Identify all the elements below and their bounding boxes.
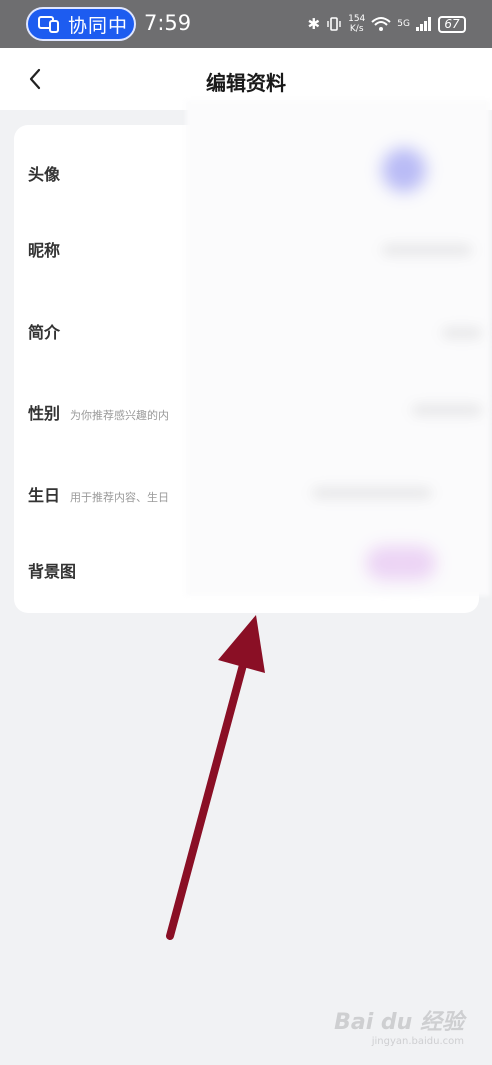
background-thumbnail: [366, 546, 436, 580]
row-label: 生日: [28, 486, 61, 505]
row-hint: 用于推荐内容、生日: [70, 491, 170, 504]
row-label: 头像: [28, 165, 61, 184]
multi-device-icon: [38, 16, 59, 33]
nickname-value: [382, 245, 472, 255]
row-hint: 为你推荐感兴趣的内: [70, 409, 170, 422]
row-gender[interactable]: 性别 为你推荐感兴趣的内: [28, 400, 169, 424]
row-label: 性别: [28, 404, 61, 423]
row-birthday[interactable]: 生日 用于推荐内容、生日: [28, 482, 169, 506]
wifi-icon: [371, 17, 391, 31]
blurred-overlay: [186, 100, 490, 596]
network-speed: 154 K/s: [348, 14, 366, 34]
watermark: Bai du 经验 jingyan.baidu.com: [334, 1010, 464, 1047]
row-background[interactable]: 背景图: [28, 558, 76, 582]
row-avatar[interactable]: 头像: [28, 161, 60, 185]
gender-value: [412, 405, 482, 415]
birthday-value: [312, 488, 432, 498]
clock: 7:59: [144, 11, 192, 35]
battery-icon: 67: [438, 15, 466, 33]
status-icons: ✱ 154 K/s 5G 67: [308, 12, 466, 36]
collab-label: 协同中: [68, 14, 129, 37]
row-label: 简介: [28, 323, 61, 342]
avatar: [382, 148, 426, 192]
row-label: 昵称: [28, 241, 61, 260]
signal-icon: [416, 17, 431, 31]
bluetooth-icon: ✱: [307, 15, 321, 33]
collab-status-pill[interactable]: 协同中: [26, 7, 136, 41]
row-nickname[interactable]: 昵称: [28, 237, 60, 261]
intro-value: [442, 328, 482, 338]
page-title: 编辑资料: [206, 71, 286, 95]
battery-level: 67: [444, 17, 460, 31]
vibrate-icon: [327, 17, 341, 31]
network-type: 5G: [397, 19, 410, 29]
row-label: 背景图: [28, 562, 77, 581]
row-intro[interactable]: 简介: [28, 319, 60, 343]
status-bar: 协同中 7:59 ✱ 154 K/s 5G 67: [0, 0, 492, 48]
